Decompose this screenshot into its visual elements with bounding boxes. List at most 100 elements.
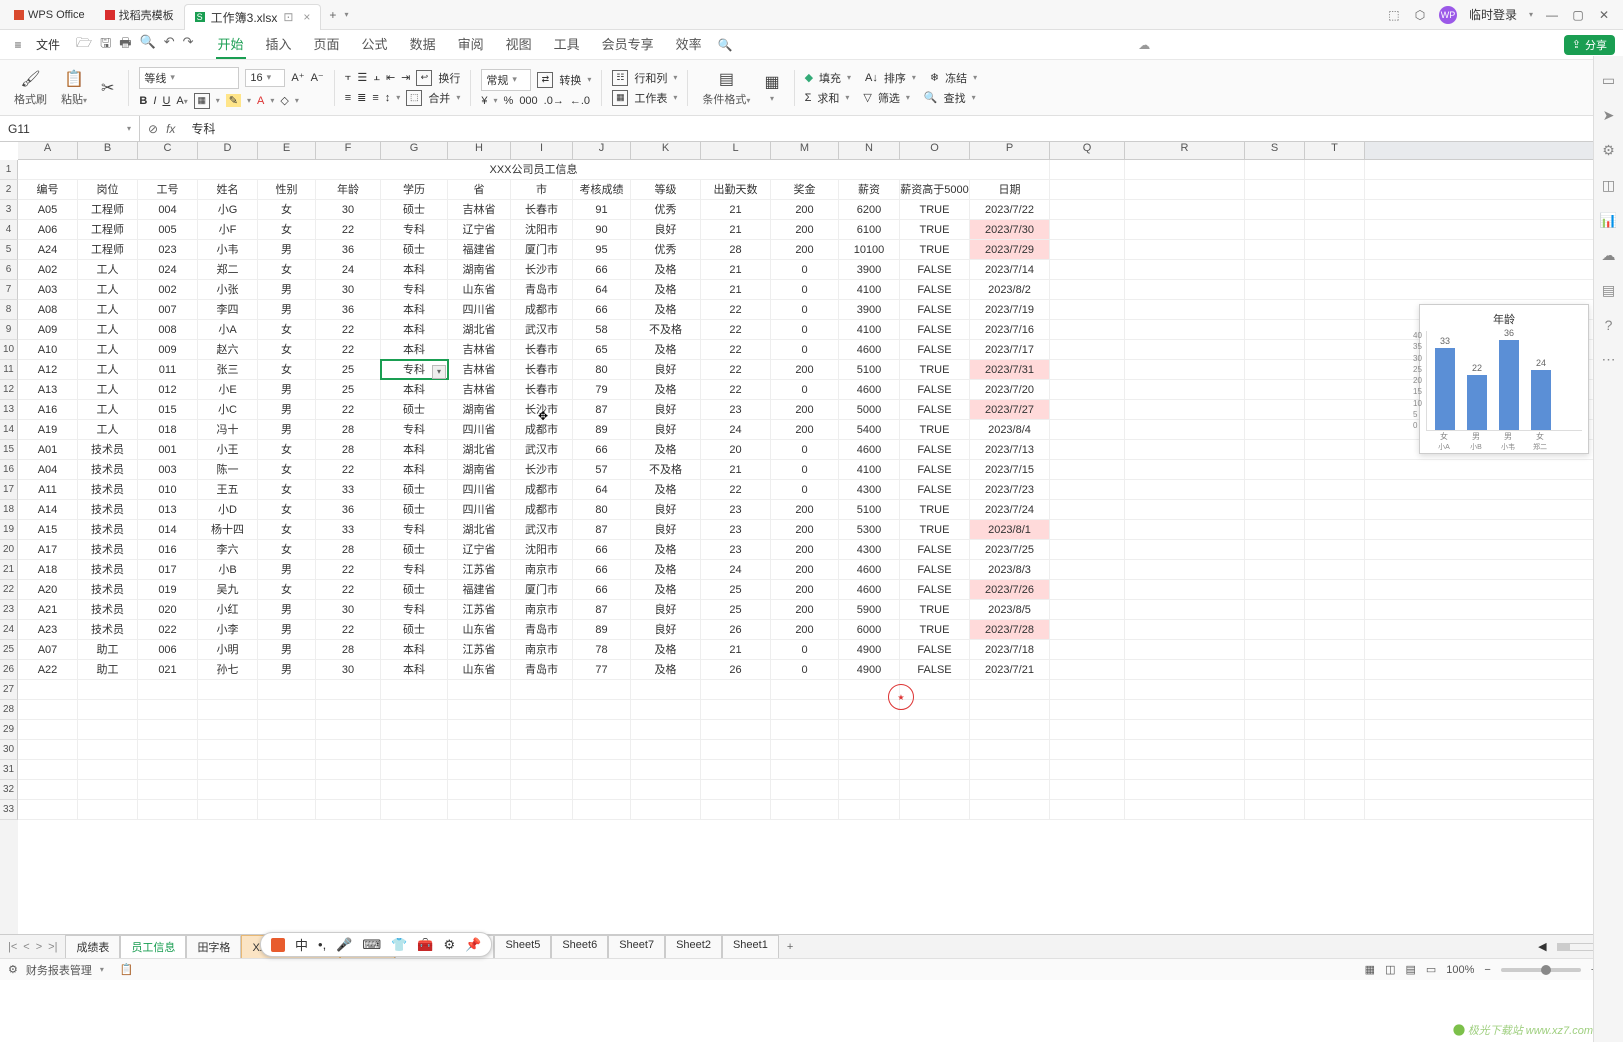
cell[interactable]: 4100 [839,280,900,299]
cell[interactable] [701,720,771,739]
cell[interactable] [771,720,839,739]
tab-restore-icon[interactable]: ⊡ [283,10,293,24]
cell[interactable] [1245,720,1305,739]
cell[interactable]: 23 [701,500,771,519]
ime-settings-icon[interactable]: ⚙ [444,937,456,953]
cell[interactable]: 小C [198,400,258,419]
cell[interactable]: 007 [138,300,198,319]
cell[interactable] [1050,440,1125,459]
cell[interactable]: 22 [701,380,771,399]
cell[interactable] [511,780,573,799]
cell[interactable]: 小韦 [198,240,258,259]
cell[interactable]: 4600 [839,440,900,459]
zoom-slider[interactable] [1501,968,1581,972]
cell[interactable]: 64 [573,280,631,299]
cell[interactable]: 33 [316,480,381,499]
cell[interactable] [1050,300,1125,319]
cell[interactable]: 女 [258,200,316,219]
menu-tab-数据[interactable]: 数据 [408,30,438,59]
cell[interactable]: 小明 [198,640,258,659]
cell[interactable]: 本科 [381,340,448,359]
cell[interactable]: 长春市 [511,200,573,219]
cell[interactable] [1050,480,1125,499]
cell[interactable]: TRUE [900,500,970,519]
sheet-tab[interactable]: Sheet6 [551,935,608,958]
cell[interactable]: 青岛市 [511,620,573,639]
cell[interactable] [1050,340,1125,359]
cell[interactable]: 及格 [631,660,701,679]
cell[interactable] [1305,180,1365,199]
cell[interactable]: 015 [138,400,198,419]
cell[interactable]: 专科 [381,600,448,619]
cell[interactable]: 王五 [198,480,258,499]
cell[interactable]: 男 [258,380,316,399]
cell[interactable] [1305,740,1365,759]
cell[interactable]: 80 [573,360,631,379]
sheet-tab[interactable]: Sheet2 [665,935,722,958]
cell[interactable] [1125,740,1245,759]
cell[interactable] [18,700,78,719]
cell[interactable]: A24 [18,240,78,259]
cell[interactable]: TRUE [900,220,970,239]
cell[interactable] [573,680,631,699]
cell[interactable]: 011 [138,360,198,379]
cell[interactable]: A05 [18,200,78,219]
cell[interactable] [316,760,381,779]
cell[interactable]: 28 [316,540,381,559]
cell[interactable] [1305,340,1365,359]
cell[interactable]: 技术员 [78,620,138,639]
cell[interactable]: 专科 [381,420,448,439]
merge-button[interactable]: ⬚ [406,90,422,106]
cell[interactable]: 57 [573,460,631,479]
cell[interactable]: 018 [138,420,198,439]
cell[interactable]: 2023/8/2 [970,280,1050,299]
cell[interactable]: 200 [771,220,839,239]
cell[interactable]: 日期 [970,180,1050,199]
cell[interactable]: 学历 [381,180,448,199]
cell[interactable]: 66 [573,300,631,319]
cell[interactable]: 89 [573,420,631,439]
cell[interactable]: 长沙市 [511,460,573,479]
cell[interactable]: 不及格 [631,320,701,339]
cell[interactable]: 技术员 [78,500,138,519]
cell[interactable]: 25 [701,580,771,599]
cell[interactable] [1305,280,1365,299]
cell[interactable]: 湖北省 [448,520,511,539]
cell[interactable]: 200 [771,600,839,619]
cell[interactable]: 4300 [839,480,900,499]
cell[interactable]: 22 [701,340,771,359]
cell[interactable] [771,700,839,719]
cell[interactable] [1050,220,1125,239]
cell[interactable] [316,700,381,719]
cell[interactable]: 21 [701,200,771,219]
cell[interactable] [1245,440,1305,459]
cell[interactable]: 23 [701,400,771,419]
cell[interactable] [1050,360,1125,379]
cell[interactable]: 女 [258,580,316,599]
cell[interactable]: 0 [771,460,839,479]
cell[interactable] [1245,340,1305,359]
cell[interactable] [900,720,970,739]
cell[interactable] [1125,280,1245,299]
cell[interactable]: 012 [138,380,198,399]
redo-icon[interactable]: ↷ [183,34,194,56]
cell[interactable] [1050,700,1125,719]
font-name-select[interactable]: 等线 [139,67,239,89]
cell[interactable] [1305,200,1365,219]
col-header[interactable]: M [771,142,839,159]
percent-icon[interactable]: % [504,95,514,107]
cell[interactable] [1050,320,1125,339]
cell[interactable]: 2023/7/14 [970,260,1050,279]
cell[interactable]: 200 [771,520,839,539]
cell[interactable] [701,800,771,819]
cell[interactable]: 李四 [198,300,258,319]
cell[interactable]: 工程师 [78,220,138,239]
cell[interactable]: 女 [258,500,316,519]
cell[interactable]: 24 [701,420,771,439]
cell[interactable] [258,800,316,819]
cell[interactable]: 成都市 [511,420,573,439]
sheet-first-icon[interactable]: |< [8,941,17,953]
cell[interactable] [316,680,381,699]
cell[interactable]: 004 [138,200,198,219]
cell[interactable]: 硕士 [381,620,448,639]
